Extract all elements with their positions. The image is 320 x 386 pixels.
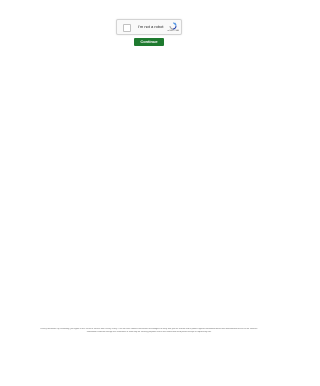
recaptcha-widget: I'm not a robot reCAPTCHA [116,19,182,35]
captcha-brand: reCAPTCHA [167,30,179,32]
footer-disclaimer: Privacy disclosure: by continuing, you a… [3,328,295,334]
captcha-label: I'm not a robot [138,24,164,29]
continue-button[interactable]: Continue [134,38,164,46]
recaptcha-icon [169,22,177,30]
captcha-checkbox[interactable] [123,24,131,32]
verification-page: I'm not a robot reCAPTCHA Continue Priva… [0,0,298,386]
captcha-logo: reCAPTCHA [167,22,179,33]
footer-text-line-2: Information collected through this verif… [86,331,212,333]
